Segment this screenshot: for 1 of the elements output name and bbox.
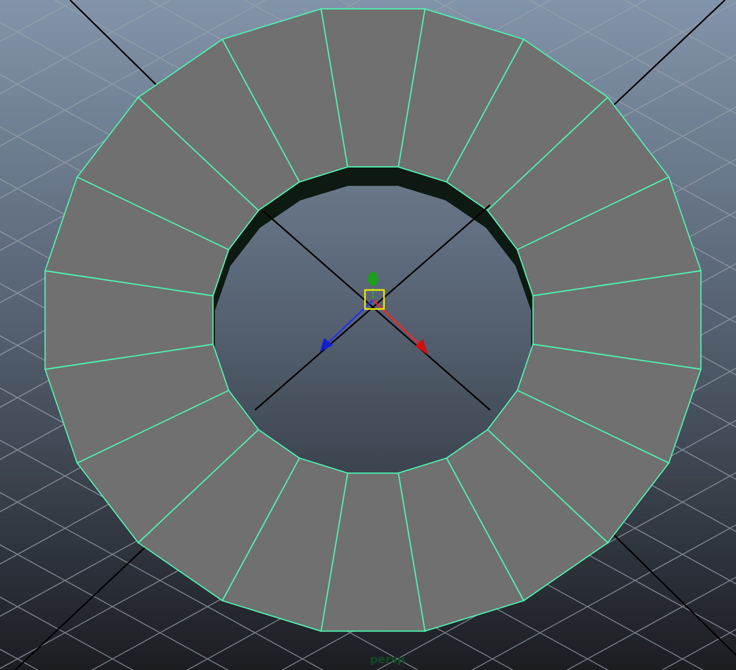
move-manipulator-icon[interactable] — [320, 272, 428, 355]
